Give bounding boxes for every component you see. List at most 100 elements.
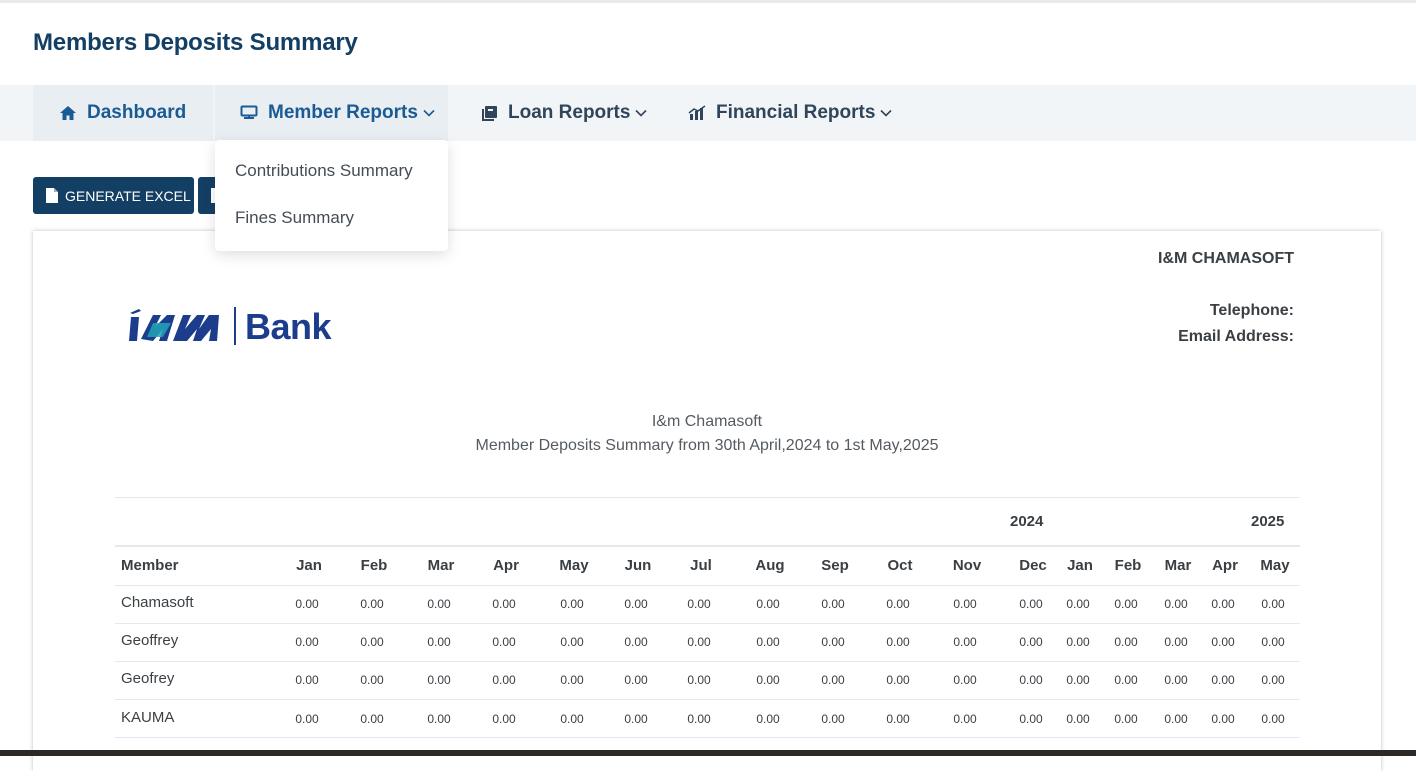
year-2025-header: 2025 xyxy=(1251,513,1285,530)
nav-dashboard[interactable]: Dashboard xyxy=(59,85,186,141)
table-cell: 0.00 xyxy=(360,712,384,726)
table-cell: 0.00 xyxy=(492,712,516,726)
divider xyxy=(115,497,1300,498)
member-name: KAUMA xyxy=(121,709,175,726)
row-divider xyxy=(115,737,1300,738)
nav-member-reports[interactable]: Member Reports xyxy=(240,85,435,141)
page-title: Members Deposits Summary xyxy=(33,29,358,56)
dropdown-item-fines-summary[interactable]: Fines Summary xyxy=(235,208,354,228)
table-cell: 0.00 xyxy=(756,597,780,611)
table-cell: 0.00 xyxy=(886,673,910,687)
nav-loan-reports-label: Loan Reports xyxy=(508,102,631,123)
column-header-month: Mar xyxy=(427,557,455,574)
table-cell: 0.00 xyxy=(1261,673,1285,687)
table-cell: 0.00 xyxy=(821,673,845,687)
table-cell: 0.00 xyxy=(821,597,845,611)
table-cell: 0.00 xyxy=(1019,673,1043,687)
report-org-name: I&m Chamasoft xyxy=(651,413,763,430)
member-name: Geofrey xyxy=(121,670,175,687)
table-cell: 0.00 xyxy=(492,597,516,611)
telephone-label: Telephone: xyxy=(1209,302,1294,319)
taskbar-strip xyxy=(0,750,1416,756)
column-header-month: Dec xyxy=(1019,557,1047,574)
monitor-icon xyxy=(240,105,258,121)
chart-icon xyxy=(688,104,706,122)
column-header-month: May xyxy=(1260,557,1290,574)
logo-divider xyxy=(234,307,236,345)
table-cell: 0.00 xyxy=(624,635,648,649)
table-cell: 0.00 xyxy=(1164,597,1188,611)
table-cell: 0.00 xyxy=(295,597,319,611)
column-header-month: Aug xyxy=(755,557,785,574)
table-cell: 0.00 xyxy=(295,712,319,726)
table-cell: 0.00 xyxy=(427,597,451,611)
table-cell: 0.00 xyxy=(886,712,910,726)
table-cell: 0.00 xyxy=(624,712,648,726)
table-cell: 0.00 xyxy=(886,635,910,649)
table-cell: 0.00 xyxy=(1019,597,1043,611)
dropdown-item-contributions-summary[interactable]: Contributions Summary xyxy=(235,161,413,181)
table-cell: 0.00 xyxy=(756,673,780,687)
table-cell: 0.00 xyxy=(1261,712,1285,726)
logo-bank-text: Bank xyxy=(245,306,332,347)
table-cell: 0.00 xyxy=(821,712,845,726)
generate-excel-button[interactable]: GENERATE EXCEL xyxy=(33,177,194,214)
table-cell: 0.00 xyxy=(756,712,780,726)
table-cell: 0.00 xyxy=(953,712,977,726)
table-cell: 0.00 xyxy=(427,635,451,649)
table-cell: 0.00 xyxy=(953,597,977,611)
column-header-month: May xyxy=(559,557,589,574)
table-cell: 0.00 xyxy=(295,673,319,687)
navbar: Dashboard Member Reports Loan Reports Fi… xyxy=(0,85,1416,141)
email-label: Email Address: xyxy=(1178,328,1294,345)
row-divider xyxy=(115,661,1300,662)
row-divider xyxy=(115,585,1300,586)
table-cell: 0.00 xyxy=(360,673,384,687)
table-cell: 0.00 xyxy=(1211,597,1235,611)
table-cell: 0.00 xyxy=(1019,712,1043,726)
table-cell: 0.00 xyxy=(492,635,516,649)
table-cell: 0.00 xyxy=(360,635,384,649)
table-cell: 0.00 xyxy=(624,597,648,611)
column-header-month: Jan xyxy=(296,557,322,574)
member-name: Geoffrey xyxy=(121,632,179,649)
report-card: I&M CHAMASOFT Telephone: Email Address: … xyxy=(33,231,1381,771)
home-icon xyxy=(59,105,77,121)
table-cell: 0.00 xyxy=(1114,712,1138,726)
column-header-month: Sep xyxy=(821,557,849,574)
table-cell: 0.00 xyxy=(687,673,711,687)
table-cell: 0.00 xyxy=(295,635,319,649)
table-cell: 0.00 xyxy=(953,673,977,687)
column-header-month: Jun xyxy=(624,557,652,574)
member-reports-dropdown: Contributions Summary Fines Summary xyxy=(215,140,448,251)
divider xyxy=(115,545,1300,547)
table-cell: 0.00 xyxy=(1019,635,1043,649)
table-cell: 0.00 xyxy=(492,673,516,687)
table-cell: 0.00 xyxy=(1261,597,1285,611)
column-header-month: Apr xyxy=(1212,557,1238,574)
column-header-month: Feb xyxy=(1114,557,1142,574)
chevron-down-icon xyxy=(635,109,648,117)
table-cell: 0.00 xyxy=(560,635,584,649)
nav-dashboard-label: Dashboard xyxy=(87,102,187,123)
table-cell: 0.00 xyxy=(1211,673,1235,687)
table-cell: 0.00 xyxy=(560,712,584,726)
table-cell: 0.00 xyxy=(427,712,451,726)
table-cell: 0.00 xyxy=(687,635,711,649)
table-cell: 0.00 xyxy=(1114,597,1138,611)
table-cell: 0.00 xyxy=(687,712,711,726)
nav-financial-reports[interactable]: Financial Reports xyxy=(688,85,892,141)
nav-loan-reports[interactable]: Loan Reports xyxy=(481,85,648,141)
member-name: Chamasoft xyxy=(121,594,194,611)
nav-member-reports-label: Member Reports xyxy=(268,102,418,123)
table-cell: 0.00 xyxy=(821,635,845,649)
table-cell: 0.00 xyxy=(1211,712,1235,726)
nav-financial-reports-label: Financial Reports xyxy=(716,102,876,123)
column-header-month: Oct xyxy=(887,557,913,574)
table-cell: 0.00 xyxy=(953,635,977,649)
chevron-down-icon xyxy=(880,109,892,117)
table-cell: 0.00 xyxy=(756,635,780,649)
table-cell: 0.00 xyxy=(360,597,384,611)
table-cell: 0.00 xyxy=(1114,673,1138,687)
table-cell: 0.00 xyxy=(1261,635,1285,649)
